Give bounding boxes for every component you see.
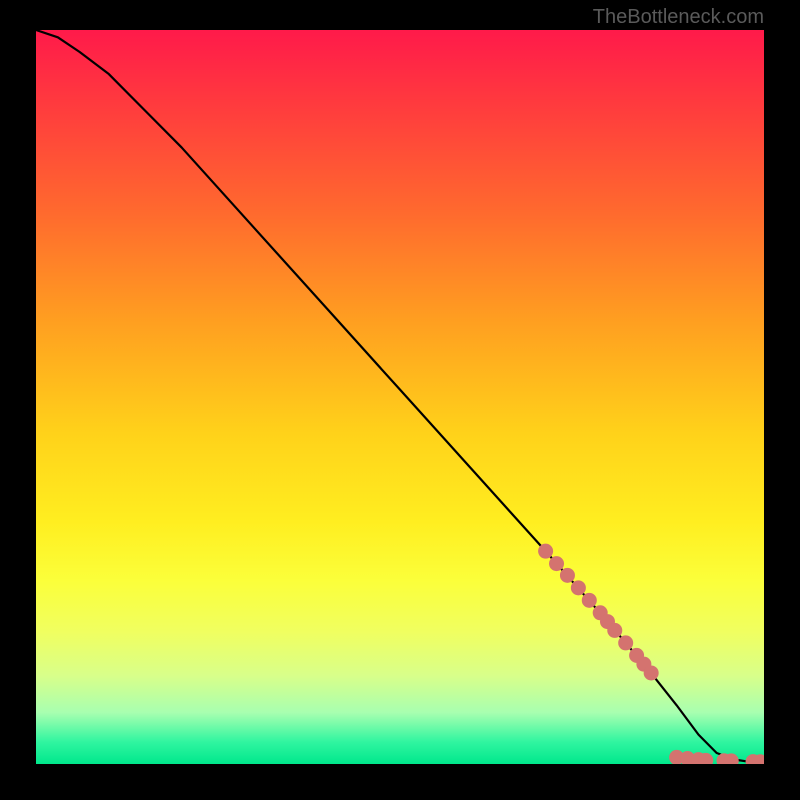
attribution-label: TheBottleneck.com [593,6,764,29]
curve-line [36,30,764,763]
data-points [538,544,764,764]
chart-svg [36,30,764,764]
plot-area [36,30,764,764]
chart-frame: TheBottleneck.com [0,0,800,800]
